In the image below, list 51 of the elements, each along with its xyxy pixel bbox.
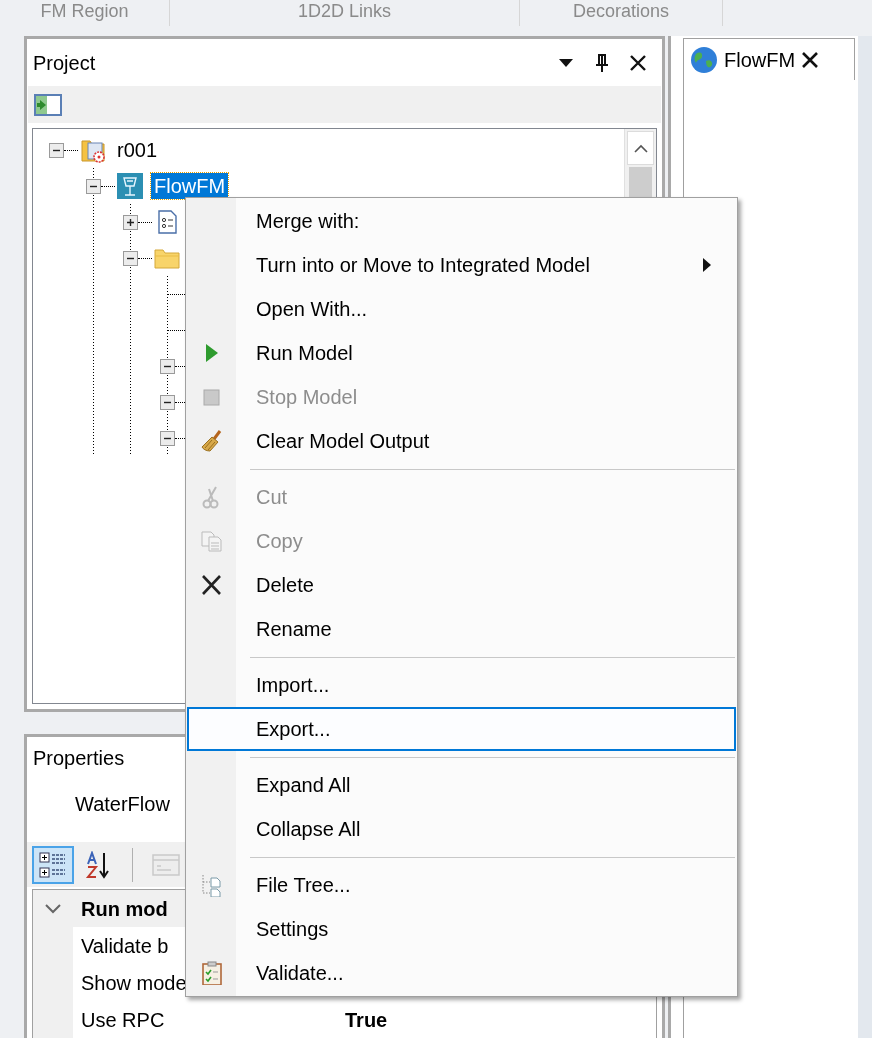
collapse-toggle[interactable] <box>159 394 175 410</box>
broom-icon <box>200 429 224 453</box>
globe-icon <box>690 45 718 74</box>
collapse-toggle[interactable] <box>159 358 175 374</box>
scroll-up-button[interactable] <box>627 131 654 165</box>
collapse-toggle[interactable] <box>159 430 175 446</box>
menu-item[interactable]: Merge with: <box>187 199 736 243</box>
delete-icon <box>200 573 224 597</box>
close-icon <box>629 53 647 72</box>
tree-item[interactable]: FlowFM <box>151 173 229 199</box>
menu-item[interactable]: Open With... <box>187 287 736 331</box>
menu-item[interactable]: Validate... <box>187 951 736 995</box>
submenu-arrow-icon <box>702 257 712 273</box>
clipboard-icon <box>200 961 224 985</box>
category-label: Run mod <box>81 897 168 920</box>
chevron-up-icon <box>633 143 648 153</box>
expand-toggle[interactable] <box>122 214 138 230</box>
panel-title: Properties <box>33 746 126 771</box>
menu-item[interactable]: Expand All <box>187 763 736 807</box>
menu-item[interactable]: Collapse All <box>187 807 736 851</box>
property-label: Validate b <box>81 934 169 957</box>
menu-item[interactable]: Clear Model Output <box>187 419 736 463</box>
model-icon <box>117 173 143 199</box>
collapse-toggle[interactable] <box>85 178 101 194</box>
property-label: Show mode <box>81 971 187 994</box>
pin-icon <box>595 52 609 73</box>
document-tab[interactable]: FlowFM <box>683 38 855 80</box>
scroll-thumb[interactable] <box>629 167 652 199</box>
collapse-toggle[interactable] <box>48 142 64 158</box>
property-label: Use RPC <box>81 1008 165 1031</box>
menu-item[interactable]: Turn into or Move to Integrated Model <box>187 243 736 287</box>
copy-icon <box>200 529 224 553</box>
menu-item[interactable]: Settings <box>187 907 736 951</box>
property-value[interactable]: True <box>335 1004 388 1035</box>
chevron-down-icon <box>45 903 61 914</box>
collapse-toggle[interactable] <box>122 250 138 266</box>
menu-item[interactable]: Run Model <box>187 331 736 375</box>
menu-item[interactable]: Export... <box>187 707 736 751</box>
categorized-icon <box>39 850 67 879</box>
panel-title: Project <box>33 50 97 76</box>
close-icon[interactable] <box>801 50 820 69</box>
menu-item[interactable]: Import... <box>187 663 736 707</box>
file-tree-icon <box>200 873 224 897</box>
menu-item[interactable]: Rename <box>187 607 736 651</box>
tab-title: FlowFM <box>724 47 796 73</box>
project-icon <box>80 137 106 163</box>
menu-item[interactable]: File Tree... <box>187 863 736 907</box>
menu-item[interactable]: Delete <box>187 563 736 607</box>
object-name: WaterFlow <box>75 792 170 817</box>
tree-item[interactable]: r001 <box>114 137 161 163</box>
caret-icon <box>558 57 574 68</box>
